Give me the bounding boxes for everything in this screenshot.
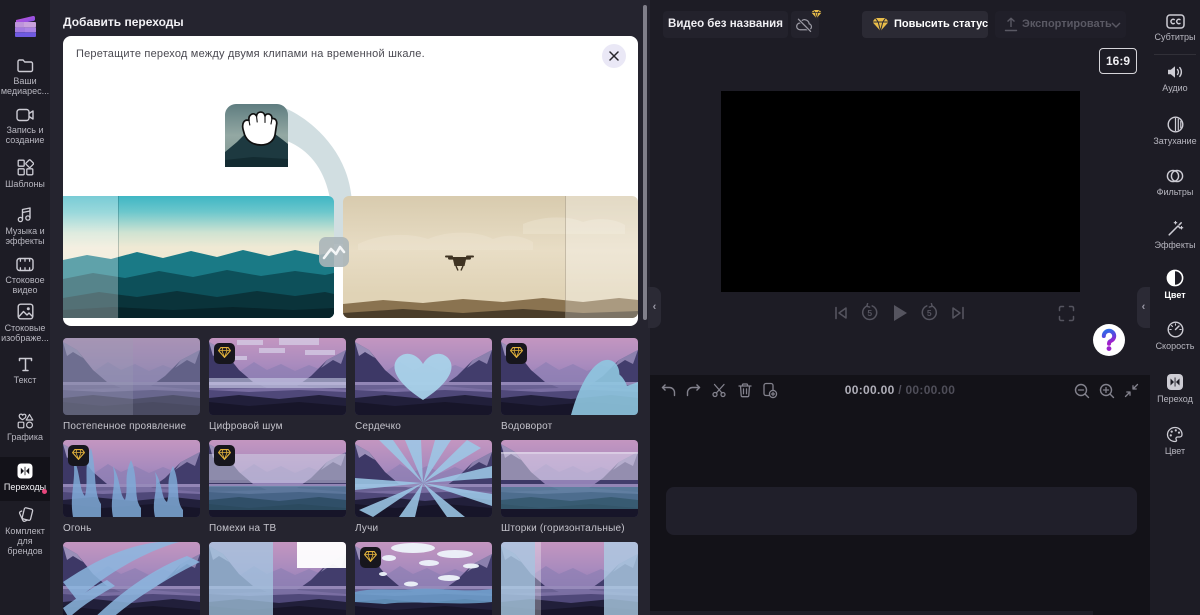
svg-text:5: 5 (927, 308, 932, 318)
svg-text:5: 5 (867, 308, 872, 318)
